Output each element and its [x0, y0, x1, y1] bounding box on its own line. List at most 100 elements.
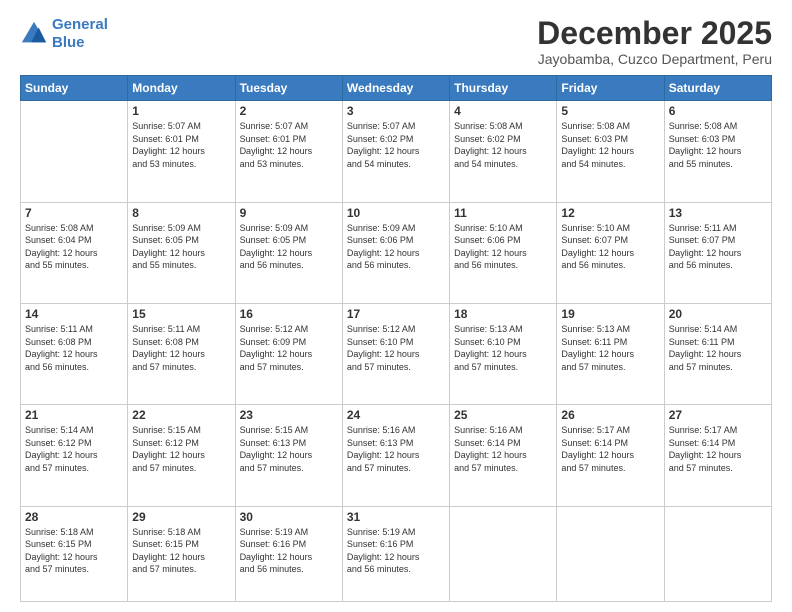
cell-info: Sunrise: 5:17 AM Sunset: 6:14 PM Dayligh… [561, 424, 659, 474]
logo-text: General Blue [52, 16, 108, 52]
cell-info: Sunrise: 5:10 AM Sunset: 6:06 PM Dayligh… [454, 222, 552, 272]
day-number: 15 [132, 307, 230, 321]
calendar-cell: 27 Sunrise: 5:17 AM Sunset: 6:14 PM Dayli… [664, 405, 771, 506]
cell-info: Sunrise: 5:11 AM Sunset: 6:07 PM Dayligh… [669, 222, 767, 272]
calendar-day-header: Sunday [21, 76, 128, 101]
page: General Blue December 2025 Jayobamba, Cu… [0, 0, 792, 612]
calendar-cell: 8Sunrise: 5:09 AM Sunset: 6:05 PM Daylig… [128, 202, 235, 303]
day-number: 31 [347, 510, 445, 524]
cell-info: Sunrise: 5:09 AM Sunset: 6:05 PM Dayligh… [240, 222, 338, 272]
day-number: 30 [240, 510, 338, 524]
calendar-cell: 20 Sunrise: 5:14 AM Sunset: 6:11 PM Dayli… [664, 303, 771, 404]
cell-info: Sunrise: 5:09 AM Sunset: 6:06 PM Dayligh… [347, 222, 445, 272]
calendar-cell: 11 Sunrise: 5:10 AM Sunset: 6:06 PM Dayli… [450, 202, 557, 303]
calendar-week-row: 21 Sunrise: 5:14 AM Sunset: 6:12 PM Dayli… [21, 405, 772, 506]
day-number: 25 [454, 408, 552, 422]
calendar-cell: 30 Sunrise: 5:19 AM Sunset: 6:16 PM Dayli… [235, 506, 342, 601]
calendar-cell: 10 Sunrise: 5:09 AM Sunset: 6:06 PM Dayli… [342, 202, 449, 303]
calendar-cell: 12 Sunrise: 5:10 AM Sunset: 6:07 PM Dayli… [557, 202, 664, 303]
calendar-week-row: 1 Sunrise: 5:07 AM Sunset: 6:01 PM Daylig… [21, 101, 772, 202]
day-number: 8 [132, 206, 230, 220]
day-number: 22 [132, 408, 230, 422]
cell-info: Sunrise: 5:15 AM Sunset: 6:13 PM Dayligh… [240, 424, 338, 474]
calendar-cell: 2 Sunrise: 5:07 AM Sunset: 6:01 PM Daylig… [235, 101, 342, 202]
main-title: December 2025 [537, 16, 772, 51]
calendar-cell: 3Sunrise: 5:07 AM Sunset: 6:02 PM Daylig… [342, 101, 449, 202]
calendar-week-row: 7 Sunrise: 5:08 AM Sunset: 6:04 PM Daylig… [21, 202, 772, 303]
calendar-cell: 22Sunrise: 5:15 AM Sunset: 6:12 PM Dayli… [128, 405, 235, 506]
cell-info: Sunrise: 5:13 AM Sunset: 6:10 PM Dayligh… [454, 323, 552, 373]
cell-info: Sunrise: 5:08 AM Sunset: 6:02 PM Dayligh… [454, 120, 552, 170]
day-number: 17 [347, 307, 445, 321]
day-number: 19 [561, 307, 659, 321]
day-number: 14 [25, 307, 123, 321]
cell-info: Sunrise: 5:11 AM Sunset: 6:08 PM Dayligh… [25, 323, 123, 373]
day-number: 12 [561, 206, 659, 220]
cell-info: Sunrise: 5:10 AM Sunset: 6:07 PM Dayligh… [561, 222, 659, 272]
calendar-cell: 6 Sunrise: 5:08 AM Sunset: 6:03 PM Daylig… [664, 101, 771, 202]
calendar-cell: 13 Sunrise: 5:11 AM Sunset: 6:07 PM Dayli… [664, 202, 771, 303]
cell-info: Sunrise: 5:19 AM Sunset: 6:16 PM Dayligh… [347, 526, 445, 576]
cell-info: Sunrise: 5:18 AM Sunset: 6:15 PM Dayligh… [132, 526, 230, 576]
calendar-cell [21, 101, 128, 202]
cell-info: Sunrise: 5:08 AM Sunset: 6:03 PM Dayligh… [669, 120, 767, 170]
cell-info: Sunrise: 5:16 AM Sunset: 6:14 PM Dayligh… [454, 424, 552, 474]
calendar-header-row: SundayMondayTuesdayWednesdayThursdayFrid… [21, 76, 772, 101]
cell-info: Sunrise: 5:16 AM Sunset: 6:13 PM Dayligh… [347, 424, 445, 474]
calendar-cell: 23 Sunrise: 5:15 AM Sunset: 6:13 PM Dayli… [235, 405, 342, 506]
day-number: 11 [454, 206, 552, 220]
calendar-cell: 29 Sunrise: 5:18 AM Sunset: 6:15 PM Dayli… [128, 506, 235, 601]
cell-info: Sunrise: 5:14 AM Sunset: 6:11 PM Dayligh… [669, 323, 767, 373]
cell-info: Sunrise: 5:11 AM Sunset: 6:08 PM Dayligh… [132, 323, 230, 373]
cell-info: Sunrise: 5:12 AM Sunset: 6:10 PM Dayligh… [347, 323, 445, 373]
day-number: 26 [561, 408, 659, 422]
day-number: 24 [347, 408, 445, 422]
title-area: December 2025 Jayobamba, Cuzco Departmen… [537, 16, 772, 67]
calendar-cell: 16Sunrise: 5:12 AM Sunset: 6:09 PM Dayli… [235, 303, 342, 404]
header: General Blue December 2025 Jayobamba, Cu… [20, 16, 772, 67]
calendar-day-header: Tuesday [235, 76, 342, 101]
calendar-cell: 18 Sunrise: 5:13 AM Sunset: 6:10 PM Dayli… [450, 303, 557, 404]
cell-info: Sunrise: 5:07 AM Sunset: 6:02 PM Dayligh… [347, 120, 445, 170]
day-number: 27 [669, 408, 767, 422]
day-number: 20 [669, 307, 767, 321]
calendar-cell: 31 Sunrise: 5:19 AM Sunset: 6:16 PM Dayli… [342, 506, 449, 601]
calendar-cell: 7 Sunrise: 5:08 AM Sunset: 6:04 PM Daylig… [21, 202, 128, 303]
calendar-cell: 24 Sunrise: 5:16 AM Sunset: 6:13 PM Dayli… [342, 405, 449, 506]
calendar-day-header: Thursday [450, 76, 557, 101]
cell-info: Sunrise: 5:12 AM Sunset: 6:09 PM Dayligh… [240, 323, 338, 373]
day-number: 6 [669, 104, 767, 118]
calendar-table: SundayMondayTuesdayWednesdayThursdayFrid… [20, 75, 772, 602]
day-number: 13 [669, 206, 767, 220]
calendar-cell: 4Sunrise: 5:08 AM Sunset: 6:02 PM Daylig… [450, 101, 557, 202]
cell-info: Sunrise: 5:07 AM Sunset: 6:01 PM Dayligh… [240, 120, 338, 170]
cell-info: Sunrise: 5:18 AM Sunset: 6:15 PM Dayligh… [25, 526, 123, 576]
calendar-cell: 1 Sunrise: 5:07 AM Sunset: 6:01 PM Daylig… [128, 101, 235, 202]
calendar-day-header: Saturday [664, 76, 771, 101]
calendar-cell [664, 506, 771, 601]
day-number: 23 [240, 408, 338, 422]
cell-info: Sunrise: 5:14 AM Sunset: 6:12 PM Dayligh… [25, 424, 123, 474]
calendar-cell: 28Sunrise: 5:18 AM Sunset: 6:15 PM Dayli… [21, 506, 128, 601]
cell-info: Sunrise: 5:08 AM Sunset: 6:04 PM Dayligh… [25, 222, 123, 272]
cell-info: Sunrise: 5:19 AM Sunset: 6:16 PM Dayligh… [240, 526, 338, 576]
subtitle: Jayobamba, Cuzco Department, Peru [537, 51, 772, 67]
calendar-week-row: 14 Sunrise: 5:11 AM Sunset: 6:08 PM Dayli… [21, 303, 772, 404]
cell-info: Sunrise: 5:07 AM Sunset: 6:01 PM Dayligh… [132, 120, 230, 170]
day-number: 21 [25, 408, 123, 422]
calendar-day-header: Wednesday [342, 76, 449, 101]
calendar-cell: 9Sunrise: 5:09 AM Sunset: 6:05 PM Daylig… [235, 202, 342, 303]
day-number: 10 [347, 206, 445, 220]
day-number: 1 [132, 104, 230, 118]
day-number: 2 [240, 104, 338, 118]
calendar-cell: 17 Sunrise: 5:12 AM Sunset: 6:10 PM Dayli… [342, 303, 449, 404]
day-number: 5 [561, 104, 659, 118]
day-number: 7 [25, 206, 123, 220]
cell-info: Sunrise: 5:17 AM Sunset: 6:14 PM Dayligh… [669, 424, 767, 474]
calendar-day-header: Friday [557, 76, 664, 101]
day-number: 29 [132, 510, 230, 524]
calendar-cell: 21 Sunrise: 5:14 AM Sunset: 6:12 PM Dayli… [21, 405, 128, 506]
day-number: 18 [454, 307, 552, 321]
logo: General Blue [20, 16, 108, 52]
calendar-week-row: 28Sunrise: 5:18 AM Sunset: 6:15 PM Dayli… [21, 506, 772, 601]
